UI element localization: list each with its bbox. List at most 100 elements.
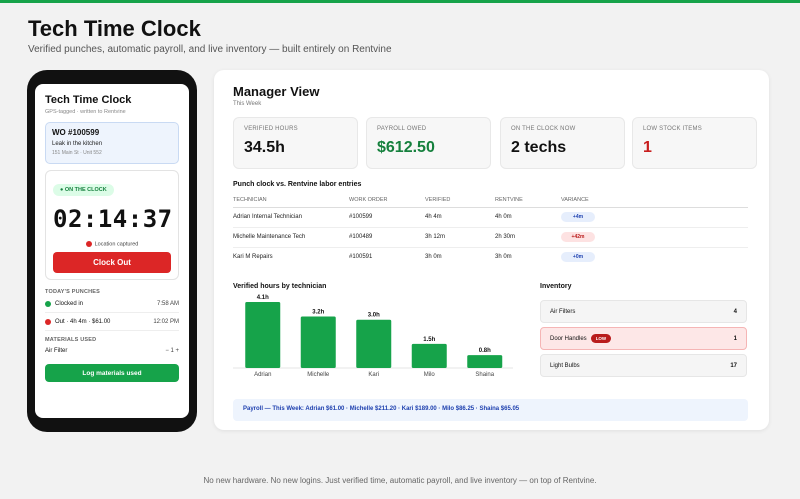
cell-work-order: #100599 [349, 207, 425, 228]
phone-subtitle: GPS-tagged · written to Rentvine [45, 109, 126, 115]
stat-payroll-owed: PAYROLL OWED $612.50 [366, 117, 491, 169]
inventory-qty: 1 [733, 335, 737, 342]
materials-label: MATERIALS USED [45, 337, 97, 343]
chart-category-label: Michelle [307, 372, 330, 378]
cell-work-order: #100591 [349, 254, 373, 261]
phone-screen: Tech Time Clock GPS-tagged · written to … [35, 84, 189, 418]
log-materials-button[interactable]: Log materials used [45, 364, 179, 382]
inventory-item-door-handles[interactable]: Door Handles LOW 1 [540, 327, 747, 350]
stat-value: 2 techs [511, 139, 567, 156]
variance-badge: +0m [561, 252, 595, 263]
chart-category-label: Shaina [475, 372, 494, 378]
inventory-item-light-bulbs[interactable]: Light Bulbs 17 [540, 354, 747, 377]
chart-bar-milo [411, 343, 447, 368]
divider [45, 330, 179, 331]
table-header-row: TECHNICIAN WORK ORDER VERIFIED RENTVINE … [233, 193, 748, 208]
work-order-description: Leak in the kitchen [52, 141, 103, 147]
page-subtitle: Verified punches, automatic payroll, and… [28, 44, 392, 55]
punch-row: Out · 4h 4m · $61.00 12:02 PM [45, 319, 179, 325]
clock-timer: 02:14:37 [53, 205, 173, 233]
location-dot-icon [85, 241, 92, 247]
chart-value-label: 0.8h [479, 348, 491, 354]
cell-rentvine: 2h 30m [495, 227, 561, 248]
chart-bar-michelle [300, 316, 336, 368]
inventory-qty: 4 [733, 308, 737, 315]
manager-title: Manager View [233, 84, 320, 99]
hours-bar-chart: 4.1h Adrian 3.2h Michelle 3.0h Kari 1.5h Milo 0.… [233, 295, 513, 378]
cell-technician: Michelle Maintenance Tech [233, 227, 349, 248]
punch-label: Clocked in [55, 301, 84, 307]
inventory-title: Inventory [540, 283, 572, 290]
manager-period: This Week [233, 101, 262, 107]
stat-value: 34.5h [244, 139, 285, 156]
chart-value-label: 4.1h [257, 295, 269, 301]
variance-badge: +42m [561, 232, 595, 242]
chart-bar-adrian [245, 302, 281, 368]
inventory-item-air-filters[interactable]: Air Filters 4 [540, 300, 747, 323]
stat-label: ON THE CLOCK NOW [511, 126, 576, 132]
stat-verified-hours: VERIFIED HOURS 34.5h [233, 117, 358, 169]
column-header: WORK ORDER [349, 193, 425, 208]
phone-mockup: Tech Time Clock GPS-tagged · written to … [27, 70, 197, 432]
on-clock-badge: ● ON THE CLOCK [53, 184, 114, 196]
clock-out-button[interactable]: Clock Out [53, 252, 171, 274]
punch-time: 12:02 PM [153, 319, 179, 325]
work-order-address: 151 Main St · Unit 552 [52, 150, 102, 156]
stat-on-clock: ON THE CLOCK NOW 2 techs [500, 117, 625, 169]
material-row: Air Filter − 1 + [45, 348, 179, 354]
punches-label: TODAY'S PUNCHES [45, 289, 101, 295]
inventory-name: Light Bulbs [550, 362, 580, 369]
chart-value-label: 1.5h [423, 337, 435, 343]
divider [45, 312, 179, 313]
cell-work-order: #100489 [349, 227, 425, 248]
cell-variance: +0m [561, 247, 748, 267]
quantity-stepper[interactable]: − 1 + [165, 348, 179, 354]
inventory-name: Door Handles [550, 335, 587, 342]
footer-tagline: No new hardware. No new logins. Just ver… [203, 476, 597, 485]
punch-time: 7:58 AM [156, 301, 179, 307]
material-name: Air Filter [45, 348, 68, 354]
work-order-card[interactable]: WO #100599 Leak in the kitchen 151 Main … [45, 122, 179, 164]
chart-value-label: 3.2h [312, 309, 324, 315]
cell-technician: Adrian Internal Technician [233, 207, 349, 228]
punch-row: Clocked in 7:58 AM [45, 301, 179, 307]
table-row[interactable]: Kari M Repairs #100591 3h 0m 3h 0m +0m [233, 247, 748, 267]
work-order-number: WO #100599 [52, 128, 100, 137]
chart-category-label: Kari [368, 372, 379, 378]
stat-label: LOW STOCK ITEMS [643, 126, 702, 132]
column-header: TECHNICIAN [233, 193, 349, 208]
punch-label: Out · 4h 4m · $61.00 [55, 319, 111, 325]
low-stock-badge: LOW [590, 334, 612, 343]
cell-verified: 4h 4m [425, 207, 495, 228]
stat-label: PAYROLL OWED [377, 126, 427, 132]
page-title: Tech Time Clock [28, 16, 201, 41]
inventory-name: Air Filters [550, 308, 576, 315]
stat-low-stock: LOW STOCK ITEMS 1 [632, 117, 757, 169]
cell-verified: 3h 0m [425, 254, 442, 261]
chart-category-label: Milo [424, 372, 436, 378]
payroll-summary: Payroll — This Week: Adrian $61.00 · Mic… [233, 399, 748, 421]
chart-category-label: Adrian [254, 372, 271, 378]
variance-badge: +4m [561, 212, 595, 222]
inventory-qty: 17 [730, 362, 737, 369]
table-row[interactable]: Adrian Internal Technician #100599 4h 4m… [233, 207, 748, 228]
cell-variance: +42m [561, 227, 748, 248]
table-row[interactable]: Michelle Maintenance Tech #100489 3h 12m… [233, 227, 748, 248]
punch-dot-icon [45, 301, 51, 307]
cell-rentvine: 3h 0m [495, 254, 512, 261]
cell-variance: +4m [561, 207, 748, 228]
stat-value: $612.50 [377, 139, 435, 156]
phone-title: Tech Time Clock [45, 94, 132, 106]
column-header: VARIANCE [561, 193, 748, 208]
column-header: VERIFIED [425, 193, 495, 208]
clock-card: ● ON THE CLOCK 02:14:37 Location capture… [45, 170, 179, 280]
cell-verified: 3h 12m [425, 227, 495, 248]
location-text: Location captured [94, 241, 139, 248]
chart-value-label: 3.0h [368, 313, 380, 319]
chart-bar-shaina [467, 355, 503, 368]
labor-table: TECHNICIAN WORK ORDER VERIFIED RENTVINE … [233, 193, 748, 267]
chart-title: Verified hours by technician [233, 283, 327, 290]
cell-technician: Kari M Repairs [233, 254, 273, 261]
chart-bar-kari [356, 319, 392, 368]
stat-value: 1 [643, 139, 652, 156]
